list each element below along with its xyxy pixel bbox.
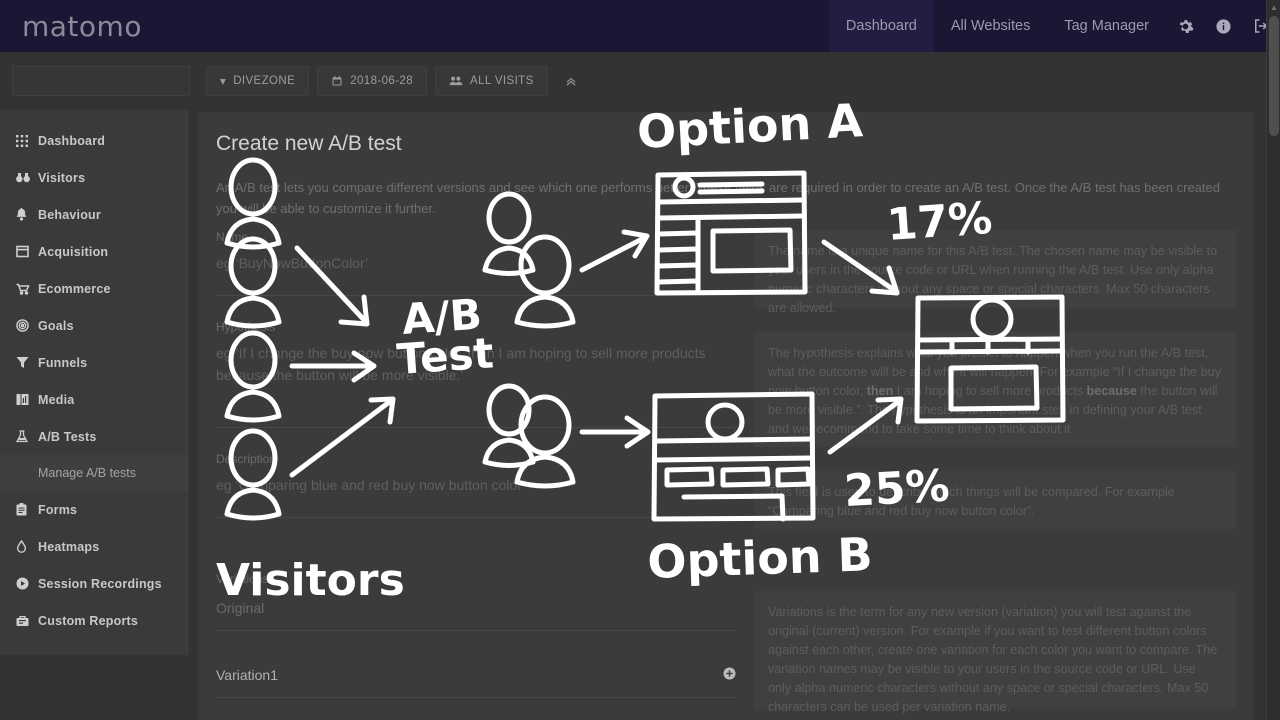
description-input[interactable]: eg ‘Comparing blue and red buy now butto… bbox=[216, 474, 736, 496]
top-navigation-bar: matomo Dashboard All Websites Tag Manage… bbox=[0, 0, 1280, 52]
search-box[interactable] bbox=[12, 66, 203, 96]
scroll-up-arrow-icon[interactable]: ▲ bbox=[1267, 0, 1280, 14]
variation-name-original: Original bbox=[216, 600, 265, 616]
field-description[interactable]: Description eg ‘Comparing blue and red b… bbox=[216, 452, 736, 518]
variation-name-1[interactable]: Variation1 bbox=[216, 667, 278, 683]
flask-icon bbox=[16, 430, 38, 443]
calendar-icon bbox=[332, 76, 342, 86]
window-icon bbox=[16, 245, 38, 258]
site-icon: ▾ bbox=[220, 76, 227, 88]
droplet-icon bbox=[16, 540, 38, 553]
matomo-logo[interactable]: matomo bbox=[22, 10, 142, 43]
plus-circle-icon[interactable] bbox=[723, 667, 736, 683]
sidebar-item-ecommerce[interactable]: Ecommerce bbox=[0, 270, 187, 307]
sidebar-item-dashboard[interactable]: Dashboard bbox=[0, 122, 187, 159]
variations-section: Variations Original Variation1 bbox=[216, 572, 736, 698]
ab-test-form: Name eg ‘BuyNowButtonColor’ Hypothesis e… bbox=[216, 230, 736, 698]
sidebar-label: Acquisition bbox=[38, 244, 109, 259]
sidebar-label: Forms bbox=[38, 502, 78, 517]
sidebar-item-acquisition[interactable]: Acquisition bbox=[0, 233, 187, 270]
sidebar-label: Dashboard bbox=[38, 133, 106, 148]
sidebar-label: Custom Reports bbox=[38, 613, 139, 628]
main-content-card: Create new A/B test An A/B test lets you… bbox=[198, 112, 1254, 720]
sidebar-item-goals[interactable]: Goals bbox=[0, 307, 187, 344]
topnav-all-websites[interactable]: All Websites bbox=[934, 0, 1048, 52]
sidebar-item-custom-reports[interactable]: Custom Reports bbox=[0, 602, 187, 639]
sidebar-item-heatmaps[interactable]: Heatmaps bbox=[0, 528, 187, 565]
help-description: This field is used to describe which thi… bbox=[754, 471, 1236, 529]
sidebar-label: Behaviour bbox=[38, 207, 101, 222]
sidebar-item-visitors[interactable]: Visitors bbox=[0, 159, 187, 196]
sidebar-label: Visitors bbox=[38, 170, 86, 185]
segment-selector-label: ALL VISITS bbox=[470, 75, 534, 87]
app-window: matomo Dashboard All Websites Tag Manage… bbox=[0, 0, 1280, 720]
media-icon bbox=[16, 393, 38, 406]
sidebar-label: Ecommerce bbox=[38, 281, 111, 296]
date-selector-label: 2018-06-28 bbox=[350, 75, 414, 87]
help-panels: The name is a unique name for this A/B t… bbox=[754, 230, 1236, 714]
hypothesis-input[interactable]: eg ‘If I change the buy now button color… bbox=[216, 342, 736, 386]
sidebar-item-behaviour[interactable]: Behaviour bbox=[0, 196, 187, 233]
sidebar-label: Media bbox=[38, 392, 75, 407]
topnav-dashboard[interactable]: Dashboard bbox=[828, 0, 934, 52]
help-hypothesis-part-2: I am hoping to sell more products bbox=[893, 384, 1087, 398]
variation-row-original[interactable]: Original bbox=[216, 586, 736, 631]
play-icon bbox=[16, 577, 38, 590]
sidebar-label: A/B Tests bbox=[38, 429, 97, 444]
clipboard-icon bbox=[16, 503, 38, 516]
name-input[interactable]: eg ‘BuyNowButtonColor’ bbox=[216, 252, 736, 274]
page-scrollbar[interactable]: ▲ bbox=[1266, 0, 1280, 720]
filter-bar: ▾ DIVEZONE 2018-06-28 ALL VISITS bbox=[0, 52, 1266, 110]
scrollbar-thumb[interactable] bbox=[1269, 16, 1279, 136]
page-intro-text: An A/B test lets you compare different v… bbox=[216, 180, 1220, 216]
top-nav-links: Dashboard All Websites Tag Manager bbox=[828, 0, 1280, 52]
variations-label: Variations bbox=[216, 572, 269, 586]
bell-icon bbox=[16, 208, 38, 221]
collapse-icon[interactable] bbox=[556, 66, 586, 96]
field-hypothesis[interactable]: Hypothesis eg ‘If I change the buy now b… bbox=[216, 320, 736, 428]
field-name[interactable]: Name eg ‘BuyNowButtonColor’ bbox=[216, 230, 736, 296]
binoculars-icon bbox=[16, 172, 38, 183]
gear-icon[interactable] bbox=[1166, 0, 1204, 52]
left-sidebar: Dashboard Visitors Behaviour Acquisition… bbox=[0, 110, 188, 655]
field-label-description: Description bbox=[216, 452, 277, 466]
help-hypothesis-bold-because: because bbox=[1086, 384, 1137, 398]
help-variations: Variations is the term for any new versi… bbox=[754, 591, 1236, 714]
selector-group: ▾ DIVEZONE 2018-06-28 ALL VISITS bbox=[206, 66, 586, 96]
field-label-hypothesis: Hypothesis bbox=[216, 320, 276, 334]
site-selector[interactable]: ▾ DIVEZONE bbox=[206, 66, 310, 96]
help-name: The name is a unique name for this A/B t… bbox=[754, 230, 1236, 315]
grid-icon bbox=[16, 134, 38, 147]
sidebar-item-funnels[interactable]: Funnels bbox=[0, 344, 187, 381]
sidebar-label: Funnels bbox=[38, 355, 88, 370]
sidebar-label: Heatmaps bbox=[38, 539, 100, 554]
target-icon bbox=[16, 319, 38, 332]
cart-icon bbox=[16, 283, 38, 295]
sidebar-item-forms[interactable]: Forms bbox=[0, 491, 187, 528]
sidebar-label: Goals bbox=[38, 318, 74, 333]
site-selector-label: DIVEZONE bbox=[233, 75, 296, 87]
info-icon[interactable] bbox=[1204, 0, 1242, 52]
topnav-tag-manager[interactable]: Tag Manager bbox=[1047, 0, 1166, 52]
visitors-icon bbox=[449, 76, 463, 86]
date-selector[interactable]: 2018-06-28 bbox=[317, 66, 428, 96]
sidebar-item-media[interactable]: Media bbox=[0, 381, 187, 418]
variation-row-1[interactable]: Variation1 bbox=[216, 653, 736, 698]
sidebar-item-ab-tests[interactable]: A/B Tests bbox=[0, 418, 187, 455]
help-hypothesis-bold-then: then bbox=[866, 384, 894, 398]
sidebar-label: Session Recordings bbox=[38, 576, 162, 591]
sidebar-item-session-recordings[interactable]: Session Recordings bbox=[0, 565, 187, 602]
sidebar-sub-label: Manage A/B tests bbox=[38, 466, 136, 480]
help-hypothesis: The hypothesis explains what you predict… bbox=[754, 332, 1236, 447]
sidebar-item-manage-ab-tests[interactable]: Manage A/B tests bbox=[0, 455, 187, 491]
segment-selector[interactable]: ALL VISITS bbox=[435, 66, 548, 96]
search-input[interactable] bbox=[21, 73, 203, 89]
page-title: Create new A/B test bbox=[216, 132, 402, 155]
funnel-icon bbox=[16, 356, 38, 369]
report-icon bbox=[16, 615, 38, 627]
field-label-name: Name bbox=[216, 230, 249, 244]
